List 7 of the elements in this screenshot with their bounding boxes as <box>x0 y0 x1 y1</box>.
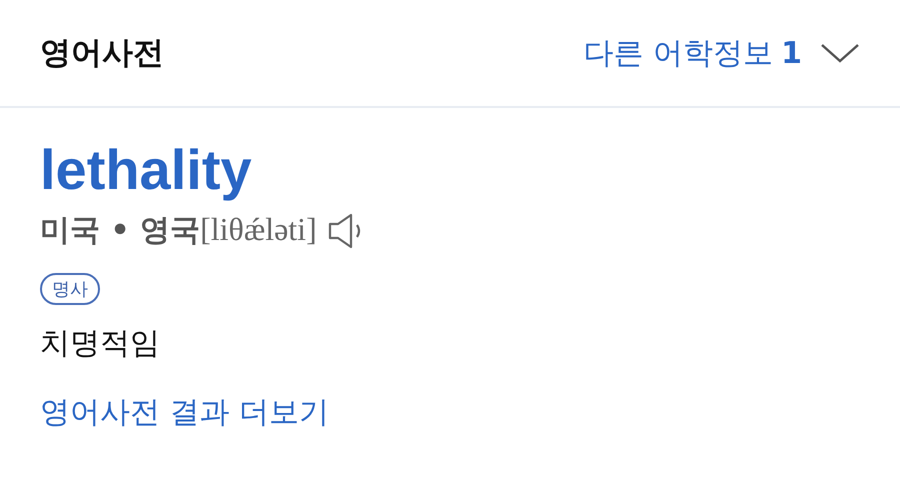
section-title: 영어사전 <box>40 34 164 73</box>
other-info-button[interactable]: 다른 어학정보 1 <box>584 32 860 74</box>
pronunciation-text: 미국 • 영국[liθǽləti] <box>40 210 317 250</box>
headword[interactable]: lethality <box>40 138 252 202</box>
part-of-speech-tag: 명사 <box>40 273 100 305</box>
meaning-text: 치명적임 <box>40 325 160 363</box>
more-results-link[interactable]: 영어사전 결과 더보기 <box>40 392 330 433</box>
